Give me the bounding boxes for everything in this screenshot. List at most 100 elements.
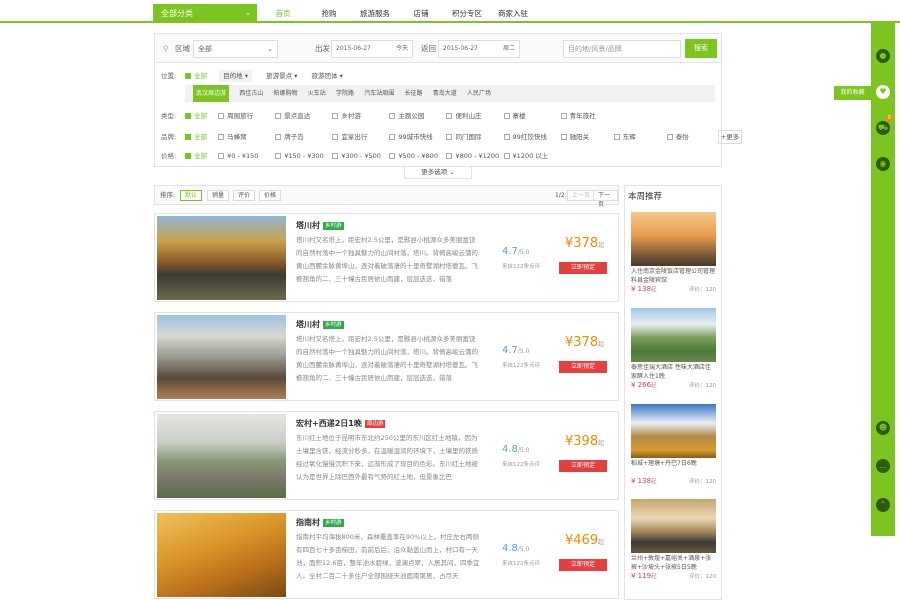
nav-link-points[interactable]: 积分专区: [444, 4, 490, 23]
back-to-top-icon[interactable]: ⌃: [876, 498, 890, 512]
checkbox[interactable]: [389, 153, 396, 159]
book-now-button[interactable]: 立即预定: [559, 460, 607, 472]
checkbox[interactable]: [503, 113, 510, 119]
sort-rating[interactable]: 评价: [233, 190, 256, 201]
recommend-item[interactable]: 入住南京金陵饭店管理公司管理料县金陵宾馆 ¥ 138起 评价：120: [631, 212, 716, 293]
listing-thumbnail[interactable]: [157, 513, 286, 597]
recommend-item-title: 兰州+敦煌+嘉峪关+酒泉+张掖+沙坡头+张掖5日5晚: [631, 555, 712, 571]
listing-thumbnail[interactable]: [157, 315, 286, 399]
tab-scenic-label: 旅游景点: [266, 72, 293, 80]
listing-title[interactable]: 指南村 乡村游: [296, 517, 344, 528]
checkbox[interactable]: [503, 153, 510, 159]
search-placeholder: 目的地/风景/品牌: [568, 45, 622, 53]
my-favorites-tooltip[interactable]: 我的收藏: [834, 86, 871, 100]
book-now-button[interactable]: 立即预定: [559, 559, 607, 571]
checkbox[interactable]: [332, 113, 339, 119]
location-filter-row: 位置: 全部 目的地 ▾ 旅游景点 ▾ 旅游团体 ▾: [161, 70, 343, 82]
checkbox[interactable]: [275, 134, 282, 140]
checkbox-all[interactable]: [185, 153, 192, 159]
recommend-item[interactable]: 稻城+理塘+丹巴7日6晚 ¥ 138起 评价：120: [631, 404, 716, 485]
sub-item[interactable]: 学院路: [336, 85, 354, 102]
checkbox[interactable]: [275, 113, 282, 119]
listing-card[interactable]: 宏村+西递2日1晚 周边游 东川红土地位于昆明市东北约250公里的东川区红土地镇，…: [154, 411, 619, 500]
checkbox[interactable]: [503, 134, 510, 140]
checkbox[interactable]: [389, 134, 396, 140]
book-now-button[interactable]: 立即预定: [559, 262, 607, 274]
all-categories-button[interactable]: 全部分类 ⌄: [153, 4, 257, 23]
sub-item[interactable]: 帕娜购物: [274, 85, 298, 102]
listing-thumbnail[interactable]: [157, 216, 286, 300]
listing-title[interactable]: 塔川村 乡村游: [296, 220, 344, 231]
search-button[interactable]: 搜索: [685, 39, 717, 58]
recommend-image[interactable]: [631, 499, 716, 553]
sub-item[interactable]: 武汉周边游: [193, 85, 230, 102]
checkbox[interactable]: [218, 113, 225, 119]
recommend-meta: ¥ 138起 评价：120: [631, 285, 716, 293]
depart-date-input[interactable]: 2015-06-27 今天: [331, 40, 413, 58]
score-value: 4.7: [502, 345, 518, 356]
recommend-image[interactable]: [631, 212, 716, 266]
prev-page-button[interactable]: 上一页: [567, 190, 596, 201]
sub-item[interactable]: 人民广场: [467, 85, 491, 102]
recommend-item-title: 入住南京金陵饭店管理公司管理料县金陵宾馆: [631, 268, 716, 284]
listing-card[interactable]: 塔川村 乡村游 塔川村又名塔上，距宏村2.5公里，是黟县小桃源众多美丽富饶的自然村…: [154, 312, 619, 401]
checkbox[interactable]: [446, 113, 453, 119]
checkbox[interactable]: [275, 153, 282, 159]
tab-scenic-spots[interactable]: 旅游景点 ▾: [266, 70, 297, 82]
checkbox[interactable]: [446, 134, 453, 140]
region-select[interactable]: 全部 ⌄: [193, 40, 278, 58]
checkbox[interactable]: [560, 113, 567, 119]
return-date-input[interactable]: 2015-06-27 周二: [438, 40, 520, 58]
sort-default[interactable]: 默认: [180, 190, 203, 201]
checkbox[interactable]: [666, 134, 673, 140]
chat-icon[interactable]: …: [876, 459, 890, 473]
sub-item[interactable]: 长征路: [405, 85, 423, 102]
recommend-image[interactable]: [631, 404, 716, 458]
listing-title[interactable]: 宏村+西递2日1晚 周边游: [296, 418, 386, 429]
checkbox[interactable]: [389, 113, 396, 119]
nav-link-home[interactable]: 首页: [260, 4, 306, 23]
tab-destination[interactable]: 目的地 ▾: [219, 70, 252, 82]
next-page-button[interactable]: 下一页: [593, 190, 618, 208]
cart-icon[interactable]: ⛟: [876, 121, 890, 135]
checkbox[interactable]: [332, 134, 339, 140]
sub-item[interactable]: 火车站: [308, 85, 326, 102]
sort-sales[interactable]: 销量: [207, 190, 230, 201]
more-brands-button[interactable]: +更多: [717, 130, 743, 144]
recommend-item[interactable]: 泰思佳瑞大酒店 性味大酒店佳家酵入住1晚 ¥ 266起 评价：120: [631, 308, 716, 389]
destination-search-input[interactable]: 目的地/风景/品牌: [563, 40, 681, 58]
recommend-item[interactable]: 兰州+敦煌+嘉峪关+酒泉+张掖+沙坡头+张掖5日5晚 ¥ 119起 评价：120: [631, 499, 716, 580]
price-option: ¥800 - ¥1200: [455, 152, 500, 160]
tab-tour-groups[interactable]: 旅游团体 ▾: [312, 70, 343, 82]
listing-title[interactable]: 塔川村 乡村游: [296, 319, 344, 330]
book-now-button[interactable]: 立即预定: [559, 361, 607, 373]
listing-thumbnail[interactable]: [157, 414, 286, 498]
more-options-button[interactable]: 更多选项 ⌄: [404, 167, 472, 179]
sub-item[interactable]: 西佳古山: [239, 85, 263, 102]
listing-card[interactable]: 指南村 乡村游 指南村平均海拔800米，森林覆盖率在90%以上，村庄左右两侧有四百…: [154, 510, 619, 599]
sub-item[interactable]: 青岛大道: [433, 85, 457, 102]
checkbox-all[interactable]: [185, 73, 192, 79]
price-option: ¥150 - ¥300: [284, 152, 324, 160]
nav-link-merchant[interactable]: 商家入驻: [490, 4, 536, 23]
checkbox[interactable]: [446, 153, 453, 159]
checkbox-all[interactable]: [185, 113, 192, 119]
recommend-image[interactable]: [631, 308, 716, 362]
checkbox[interactable]: [560, 134, 567, 140]
heart-icon[interactable]: ♥: [876, 85, 890, 99]
eye-icon[interactable]: ◉: [876, 157, 890, 171]
checkbox[interactable]: [218, 153, 225, 159]
listing-card[interactable]: 塔川村 乡村游 塔川村又名塔上，距宏村2.5公里，是黟县小桃源众多美丽富饶的自然村…: [154, 213, 619, 302]
nav-link-flash-sale[interactable]: 抢购: [306, 4, 352, 23]
chevron-down-icon: ⌄: [267, 45, 273, 53]
user-icon[interactable]: ●: [876, 49, 890, 63]
checkbox[interactable]: [613, 134, 620, 140]
checkbox-all[interactable]: [185, 134, 192, 140]
sort-price[interactable]: 价格: [259, 190, 282, 201]
service-icon[interactable]: ☻: [876, 421, 890, 435]
sub-item[interactable]: 汽车站周围: [364, 85, 394, 102]
checkbox[interactable]: [218, 134, 225, 140]
nav-link-shops[interactable]: 店铺: [398, 4, 444, 23]
nav-link-travel-service[interactable]: 旅游服务: [352, 4, 398, 23]
checkbox[interactable]: [332, 153, 339, 159]
